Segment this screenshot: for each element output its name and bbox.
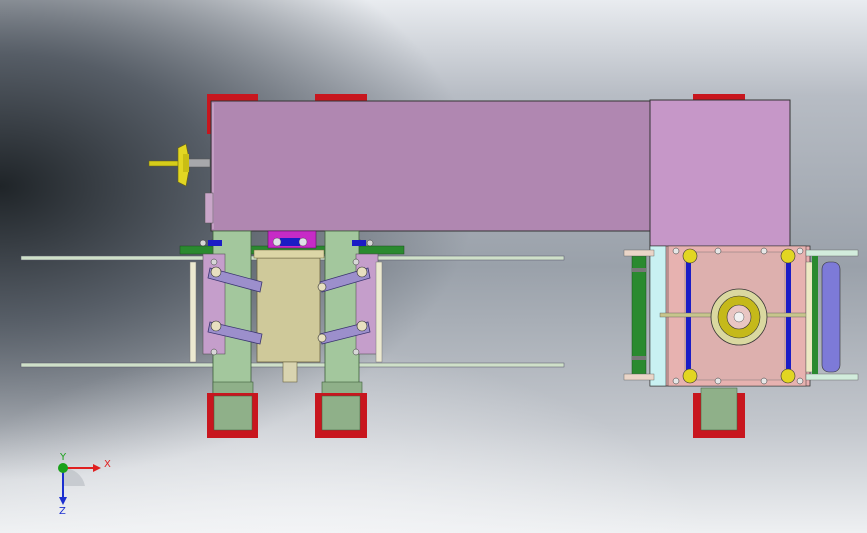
foot-right xyxy=(693,387,745,438)
gear-box xyxy=(623,245,859,387)
x-axis-label: X xyxy=(104,459,111,470)
foot-left xyxy=(207,393,258,438)
main-frame-beam xyxy=(210,100,652,232)
adjuster-knob xyxy=(148,143,211,187)
y-axis-label: Y xyxy=(59,452,67,463)
y-axis-dot xyxy=(58,463,68,473)
output-roller xyxy=(821,261,841,373)
cad-viewport[interactable]: X Y Z xyxy=(0,0,867,533)
z-axis-label: Z xyxy=(59,506,66,517)
central-cylinder xyxy=(256,257,321,363)
leg-mid xyxy=(324,230,360,400)
axis-triad: X Y Z xyxy=(58,452,111,517)
foot-middle xyxy=(315,393,367,438)
frame-end-block xyxy=(649,99,791,249)
